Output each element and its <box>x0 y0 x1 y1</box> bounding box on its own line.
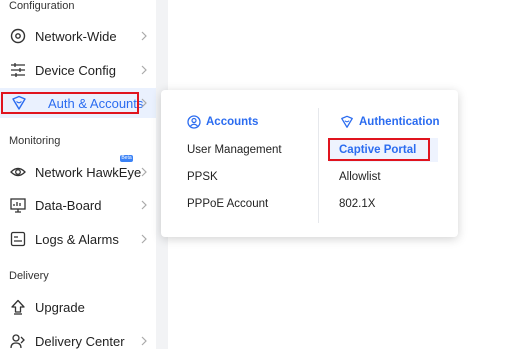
column-divider <box>318 108 319 223</box>
auth-accounts-submenu: Accounts User Management PPSK PPPoE Acco… <box>161 90 458 237</box>
menu-item-allowlist[interactable]: Allowlist <box>339 171 381 183</box>
sidebar-item-upgrade[interactable]: Upgrade <box>0 292 156 322</box>
shield-heart-icon <box>341 115 353 128</box>
chevron-right-icon <box>141 98 147 108</box>
log-icon <box>10 231 26 247</box>
highlight-box-captive-portal <box>328 138 430 161</box>
sidebar-item-data-board[interactable]: Data-Board <box>0 190 156 220</box>
section-title-configuration: Configuration <box>9 0 75 12</box>
section-title-monitoring: Monitoring <box>9 135 61 147</box>
monitor-chart-icon <box>10 198 26 213</box>
accounts-title: Accounts <box>206 116 259 128</box>
chevron-right-icon <box>141 31 147 41</box>
chevron-right-icon <box>141 200 147 210</box>
authentication-header: Authentication <box>340 115 440 129</box>
sidebar-item-network-wide[interactable]: Network-Wide <box>0 21 156 51</box>
sidebar-item-network-hawkeye[interactable]: Network HawkEye <box>0 157 156 187</box>
sidebar-item-label: Device Config <box>35 62 116 78</box>
sidebar-item-label: Network-Wide <box>35 28 117 44</box>
sidebar-item-label: Upgrade <box>35 299 85 315</box>
sidebar-item-label: Logs & Alarms <box>35 231 119 247</box>
menu-item-ppsk[interactable]: PPSK <box>187 171 218 183</box>
delivery-icon <box>10 334 25 349</box>
chevron-right-icon <box>141 65 147 75</box>
eye-icon <box>10 167 26 177</box>
chevron-right-icon <box>141 234 147 244</box>
accounts-header: Accounts <box>187 115 258 129</box>
highlight-box-auth-accounts <box>1 92 139 114</box>
section-title-delivery: Delivery <box>9 270 49 282</box>
chevron-right-icon <box>141 167 147 177</box>
menu-item-pppoe-account[interactable]: PPPoE Account <box>187 198 268 210</box>
sidebar-item-logs-alarms[interactable]: Logs & Alarms <box>0 224 156 254</box>
menu-item-user-management[interactable]: User Management <box>187 144 282 156</box>
beta-badge: Beta <box>120 155 133 162</box>
authentication-title: Authentication <box>359 116 440 128</box>
sliders-icon <box>11 63 25 77</box>
sidebar-item-label: Network HawkEye <box>35 164 142 180</box>
network-icon <box>10 28 26 44</box>
sidebar-item-device-config[interactable]: Device Config <box>0 55 156 85</box>
user-circle-icon <box>187 115 201 129</box>
sidebar-item-delivery-center[interactable]: Delivery Center <box>0 326 156 356</box>
menu-item-802-1x[interactable]: 802.1X <box>339 198 375 210</box>
sidebar-item-label: Data-Board <box>35 197 102 213</box>
sidebar-item-label: Delivery Center <box>35 333 125 349</box>
sidebar: Configuration Network-Wide Device Config… <box>0 0 156 349</box>
chevron-right-icon <box>141 336 147 346</box>
upgrade-icon <box>11 299 25 315</box>
